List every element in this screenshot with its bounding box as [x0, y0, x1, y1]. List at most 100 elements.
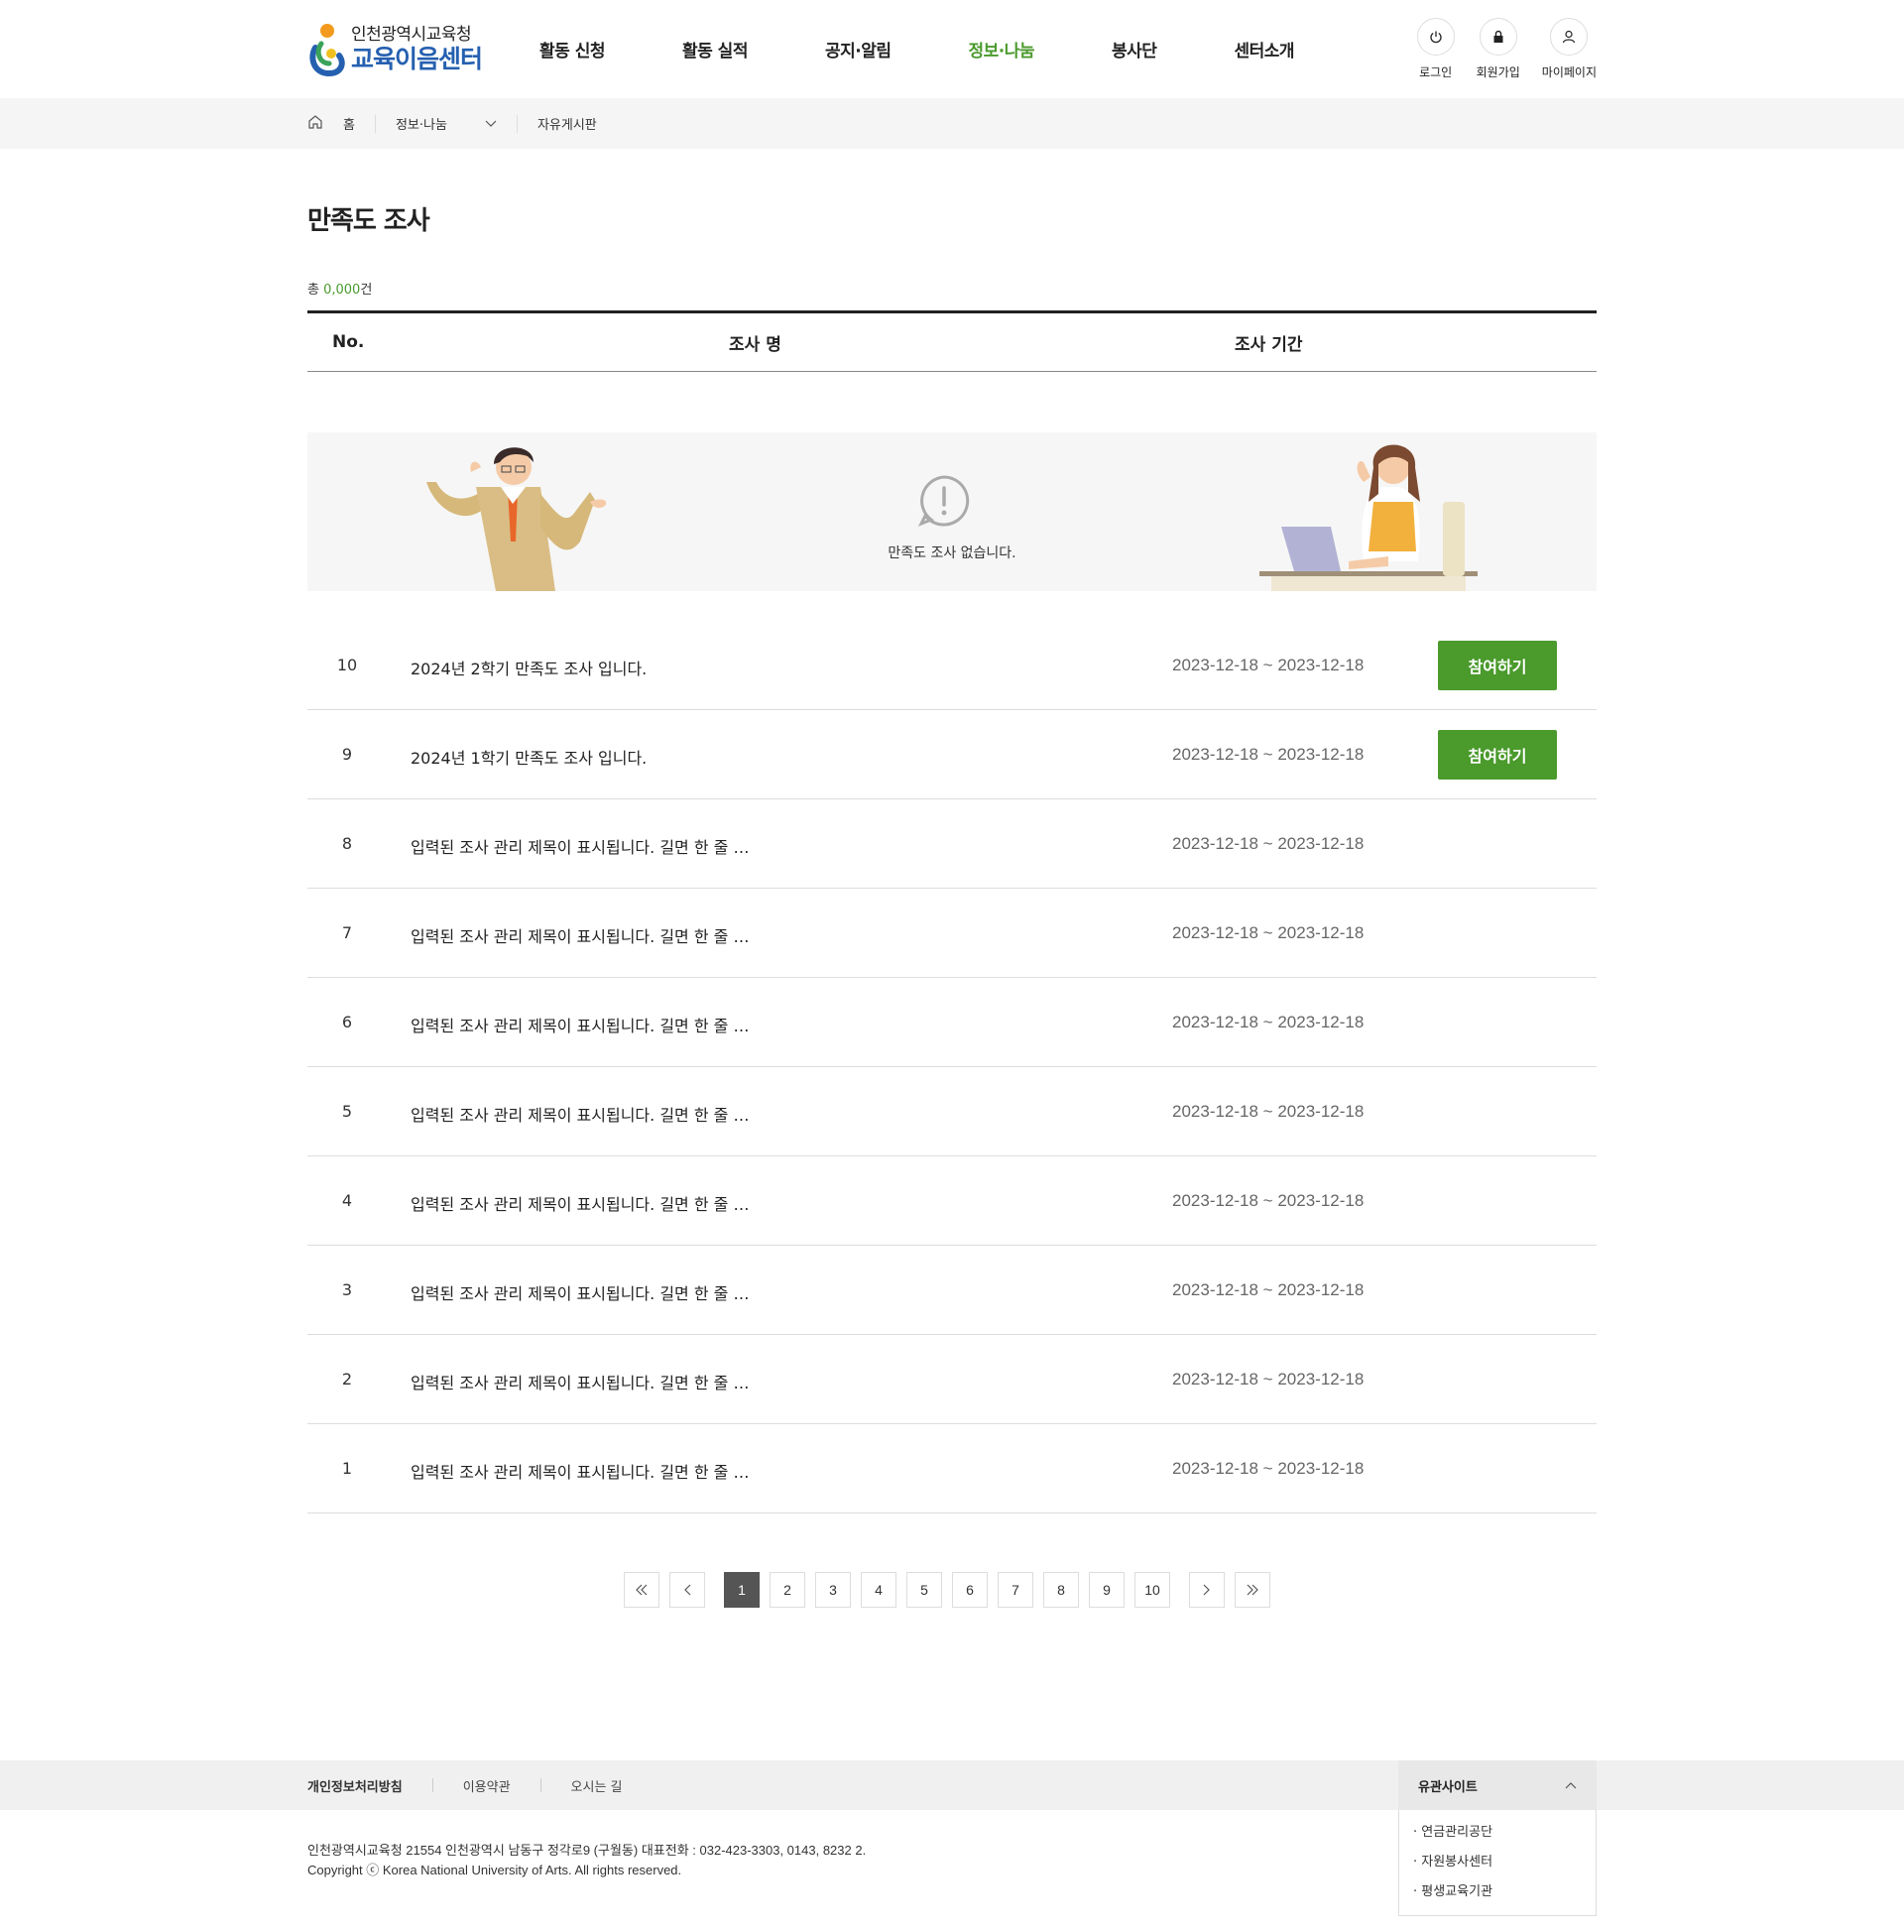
breadcrumb-section-label: 정보·나눔	[395, 118, 447, 133]
page-title: 만족도 조사	[307, 206, 430, 236]
table-row: 2 입력된 조사 관리 제목이 표시됩니다. 길면 한 줄 … 2023-12-18…	[307, 1335, 1597, 1424]
home-icon[interactable]	[307, 114, 323, 134]
nav-item[interactable]: 활동 신청	[539, 37, 605, 61]
nav-item[interactable]: 공지·알림	[825, 37, 892, 61]
row-title[interactable]: 입력된 조사 관리 제목이 표시됩니다. 길면 한 줄 …	[411, 1013, 749, 1036]
double-chevron-right-icon	[1247, 1584, 1258, 1596]
row-title[interactable]: 입력된 조사 관리 제목이 표시됩니다. 길면 한 줄 …	[411, 834, 749, 858]
login-button[interactable]: 로그인	[1416, 18, 1455, 80]
row-number: 10	[336, 656, 358, 674]
column-header-no: No.	[332, 332, 365, 352]
chevron-right-icon	[1203, 1584, 1210, 1596]
row-number: 1	[341, 1459, 353, 1478]
site-header: 인천광역시교육청 교육이음센터 활동 신청 활동 실적 공지·알림 정보·나눔 봉사단 센…	[0, 0, 1904, 98]
nav-item[interactable]: 활동 실적	[682, 37, 748, 61]
lock-icon	[1479, 18, 1517, 56]
row-number: 9	[341, 745, 353, 764]
total-suffix: 건	[360, 283, 373, 298]
chevron-down-icon	[485, 120, 497, 127]
mypage-button[interactable]: 마이페이지	[1542, 18, 1597, 80]
row-number: 6	[341, 1013, 353, 1031]
participate-button[interactable]: 참여하기	[1438, 730, 1557, 780]
row-title[interactable]: 입력된 조사 관리 제목이 표시됩니다. 길면 한 줄 …	[411, 1102, 749, 1126]
man-illustration	[426, 447, 607, 591]
total-prefix: 총	[307, 283, 324, 298]
site-footer: 개인정보처리방침 이용약관 오시는 길 유관사이트 · 연금관리공단 · 자원봉…	[0, 1760, 1904, 1916]
row-title[interactable]: 입력된 조사 관리 제목이 표시됩니다. 길면 한 줄 …	[411, 1191, 749, 1215]
footer-divider	[539, 1778, 541, 1792]
footer-copyright: Copyright ⓒ Korea National University of…	[307, 1863, 682, 1877]
main-content: 만족도 조사 총 0,000건 No. 조사 명 조사 기간 만족도 조사 없습…	[307, 200, 1597, 1608]
page-number-button[interactable]: 6	[952, 1572, 988, 1608]
breadcrumb-home[interactable]: 홈	[343, 114, 355, 133]
breadcrumb-section-dropdown[interactable]: 정보·나눔	[396, 114, 497, 133]
prev-page-button[interactable]	[669, 1572, 705, 1608]
signup-button[interactable]: 회원가입	[1477, 18, 1520, 80]
row-period: 2023-12-18 ~ 2023-12-18	[1172, 923, 1365, 942]
row-title[interactable]: 입력된 조사 관리 제목이 표시됩니다. 길면 한 줄 …	[411, 1459, 749, 1483]
row-period: 2023-12-18 ~ 2023-12-18	[1172, 1280, 1365, 1299]
table-row: 1 입력된 조사 관리 제목이 표시됩니다. 길면 한 줄 … 2023-12-18…	[307, 1424, 1597, 1513]
table-row: 8 입력된 조사 관리 제목이 표시됩니다. 길면 한 줄 … 2023-12-18…	[307, 799, 1597, 889]
breadcrumb-current[interactable]: 자유게시판	[537, 114, 597, 133]
row-number: 8	[341, 834, 353, 853]
page-number-button[interactable]: 2	[770, 1572, 805, 1608]
breadcrumb-divider	[516, 114, 518, 133]
power-icon	[1416, 18, 1455, 56]
site-logo[interactable]: 인천광역시교육청 교육이음센터	[307, 21, 483, 78]
row-period: 2023-12-18 ~ 2023-12-18	[1172, 1370, 1365, 1389]
nav-item[interactable]: 센터소개	[1234, 37, 1294, 61]
signup-label: 회원가입	[1476, 65, 1520, 79]
footer-divider	[431, 1778, 433, 1792]
footer-link-bar: 개인정보처리방침 이용약관 오시는 길 유관사이트 · 연금관리공단 · 자원봉…	[0, 1760, 1904, 1916]
row-title[interactable]: 입력된 조사 관리 제목이 표시됩니다. 길면 한 줄 …	[411, 923, 749, 947]
util-menu: 로그인 회원가입 마이페이지	[1395, 18, 1597, 80]
row-number: 2	[341, 1370, 353, 1389]
table-row: 7 입력된 조사 관리 제목이 표시됩니다. 길면 한 줄 … 2023-12-18…	[307, 889, 1597, 978]
row-period: 2023-12-18 ~ 2023-12-18	[1172, 1102, 1365, 1121]
table-row: 10 2024년 2학기 만족도 조사 입니다. 2023-12-18 ~ 2023…	[307, 621, 1597, 710]
participate-button[interactable]: 참여하기	[1438, 641, 1557, 690]
logo-center-name: 교육이음센터	[351, 44, 483, 73]
row-number: 3	[341, 1280, 353, 1299]
family-site-toggle[interactable]: 유관사이트	[1398, 1760, 1597, 1810]
footer-address: 인천광역시교육청 21554 인천광역시 남동구 정각로9 (구월동) 대표전화…	[307, 1843, 867, 1858]
row-title[interactable]: 2024년 2학기 만족도 조사 입니다.	[411, 656, 647, 679]
chevron-up-icon	[1565, 1782, 1577, 1789]
double-chevron-left-icon	[636, 1584, 648, 1596]
page-number-button[interactable]: 4	[861, 1572, 896, 1608]
page-number-button[interactable]: 7	[998, 1572, 1033, 1608]
page-number-button[interactable]: 10	[1134, 1572, 1170, 1608]
page-number-button[interactable]: 3	[815, 1572, 851, 1608]
mypage-label: 마이페이지	[1541, 65, 1597, 79]
table-row: 6 입력된 조사 관리 제목이 표시됩니다. 길면 한 줄 … 2023-12-18…	[307, 978, 1597, 1067]
user-icon	[1550, 18, 1589, 56]
total-count: 총 0,000건	[307, 279, 1597, 298]
page-number-button[interactable]: 9	[1089, 1572, 1125, 1608]
family-site-dropdown: 유관사이트 · 연금관리공단 · 자원봉사센터 · 평생교육기관	[1398, 1760, 1597, 1916]
row-period: 2023-12-18 ~ 2023-12-18	[1172, 1013, 1365, 1031]
family-site-title: 유관사이트	[1418, 1779, 1478, 1795]
login-label: 로그인	[1419, 65, 1453, 79]
page-number-button[interactable]: 5	[906, 1572, 942, 1608]
first-page-button[interactable]	[624, 1572, 659, 1608]
row-period: 2023-12-18 ~ 2023-12-18	[1172, 1459, 1365, 1478]
last-page-button[interactable]	[1235, 1572, 1270, 1608]
breadcrumb: 홈 정보·나눔 자유게시판	[0, 98, 1904, 149]
terms-link[interactable]: 이용약관	[463, 1776, 511, 1795]
page-number-button[interactable]: 8	[1043, 1572, 1079, 1608]
row-title[interactable]: 2024년 1학기 만족도 조사 입니다.	[411, 745, 647, 769]
directions-link[interactable]: 오시는 길	[571, 1776, 623, 1795]
privacy-policy-link[interactable]: 개인정보처리방침	[307, 1776, 403, 1795]
chevron-left-icon	[684, 1584, 691, 1596]
row-period: 2023-12-18 ~ 2023-12-18	[1172, 656, 1365, 674]
row-title[interactable]: 입력된 조사 관리 제목이 표시됩니다. 길면 한 줄 …	[411, 1280, 749, 1304]
nav-item[interactable]: 봉사단	[1112, 37, 1157, 61]
row-title[interactable]: 입력된 조사 관리 제목이 표시됩니다. 길면 한 줄 …	[411, 1370, 749, 1393]
pagination: 1 2 3 4 5 6 7 8 9 10	[298, 1572, 1597, 1608]
nav-item[interactable]: 정보·나눔	[969, 37, 1035, 61]
next-page-button[interactable]	[1189, 1572, 1225, 1608]
family-site-item[interactable]: · 평생교육기관	[1413, 1877, 1582, 1907]
row-period: 2023-12-18 ~ 2023-12-18	[1172, 834, 1365, 853]
page-number-button[interactable]: 1	[724, 1572, 760, 1608]
